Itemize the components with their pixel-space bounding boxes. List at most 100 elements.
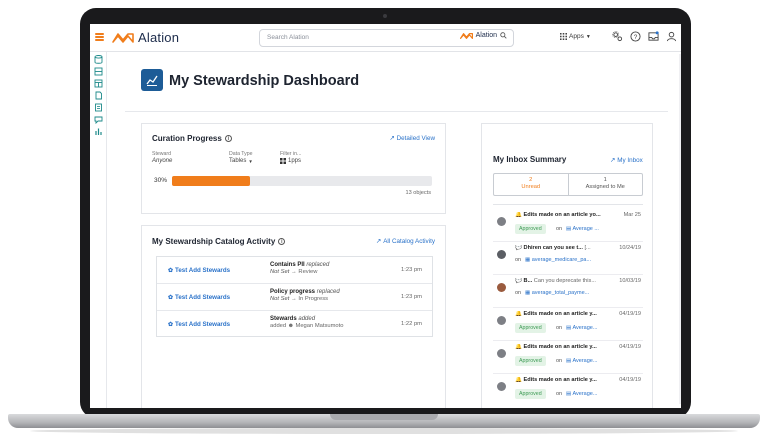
alation-flag-icon bbox=[459, 32, 473, 39]
message-on: on bbox=[556, 325, 563, 331]
activity-to: In Progress bbox=[298, 296, 329, 302]
activity-from: Not Set bbox=[270, 269, 290, 275]
tab-assigned[interactable]: 1 Assigned to Me bbox=[569, 174, 643, 195]
inbox-message[interactable]: 🔔 Edits made on an article y... 04/19/19… bbox=[493, 341, 643, 374]
document-icon[interactable] bbox=[94, 91, 103, 100]
avatar bbox=[497, 217, 506, 226]
activity-row: ✿ Test Add Stewards Stewards added added… bbox=[157, 311, 432, 338]
user-profile-icon[interactable] bbox=[665, 30, 677, 42]
chat-icon: 💬 bbox=[515, 245, 522, 251]
info-icon[interactable]: i bbox=[278, 238, 286, 245]
datatype-label: Data Type bbox=[229, 151, 253, 157]
grid-icon bbox=[280, 158, 286, 164]
conversation-icon[interactable] bbox=[94, 115, 103, 124]
activity-to: Megan Matsumoto bbox=[295, 323, 344, 329]
stewardship-icon: ✿ bbox=[168, 295, 174, 301]
steward-filter[interactable]: Anyone bbox=[152, 158, 172, 164]
chevron-down-icon: ▼ bbox=[248, 158, 253, 164]
message-preview: [... bbox=[584, 245, 591, 251]
apps-menu-button[interactable]: Apps ▼ bbox=[560, 33, 591, 40]
stewardship-icon: ✿ bbox=[168, 268, 174, 274]
tab-unread[interactable]: 2 Unread bbox=[494, 174, 569, 195]
all-catalog-activity-link[interactable]: ↗ All Catalog Activity bbox=[376, 238, 435, 245]
message-date: 04/19/19 bbox=[619, 377, 641, 383]
status-badge: Approved bbox=[515, 389, 546, 399]
curation-title-text: Curation Progress bbox=[152, 134, 222, 143]
page-scrollbar[interactable] bbox=[679, 54, 681, 404]
curation-progress-title: Curation Progress i bbox=[152, 134, 232, 143]
my-inbox-link[interactable]: ↗ My Inbox bbox=[610, 157, 643, 164]
app-screen: Alation Search Alation Alation Apps ▼ ? … bbox=[90, 24, 681, 408]
search-scope[interactable]: Alation bbox=[459, 32, 507, 39]
activity-change: Not Set → Review bbox=[270, 269, 329, 275]
activity-field: Stewards bbox=[270, 316, 297, 322]
inbox-message[interactable]: 💬 B... Can you deprecate this... 10/03/1… bbox=[493, 275, 643, 308]
hamburger-menu-icon[interactable] bbox=[95, 33, 104, 41]
bell-icon: 🔔 bbox=[515, 212, 522, 218]
laptop-notch bbox=[330, 414, 438, 420]
help-icon[interactable]: ? bbox=[629, 30, 641, 42]
analytics-icon[interactable] bbox=[94, 127, 103, 136]
message-title-text: Dhiren can you see t... bbox=[523, 245, 583, 251]
filter-value: 1pps bbox=[288, 158, 302, 164]
catalog-icon[interactable] bbox=[94, 67, 103, 76]
message-title: 🔔 Edits made on an article y... bbox=[515, 377, 613, 383]
article-icon[interactable] bbox=[94, 103, 103, 112]
message-object-link[interactable]: ▦ average_total_payme... bbox=[525, 290, 589, 296]
svg-text:?: ? bbox=[633, 33, 637, 40]
laptop-camera bbox=[383, 14, 387, 18]
message-object-label: Average... bbox=[572, 391, 598, 397]
table-icon: ▦ bbox=[525, 290, 531, 296]
avatar bbox=[497, 250, 506, 259]
status-badge: Approved bbox=[515, 224, 546, 234]
activity-to: Review bbox=[298, 269, 318, 275]
progress-percent: 30% bbox=[154, 177, 168, 184]
activity-table: ✿ Test Add Stewards Contains PII replace… bbox=[156, 256, 433, 337]
datatype-dropdown[interactable]: Tables ▼ bbox=[229, 158, 253, 164]
all-catalog-activity-label: All Catalog Activity bbox=[383, 238, 435, 245]
message-object-label: Average... bbox=[572, 325, 598, 331]
laptop-shadow bbox=[30, 428, 738, 434]
activity-link[interactable]: ✿ Test Add Stewards bbox=[168, 267, 230, 274]
message-title-text: Edits made on an article yo... bbox=[523, 212, 601, 218]
alation-logo[interactable]: Alation bbox=[112, 30, 179, 45]
inbox-message[interactable]: 🔔 Edits made on an article y... 04/19/19… bbox=[493, 308, 643, 341]
search-icon[interactable] bbox=[500, 32, 507, 39]
inbox-message[interactable]: 🔔 Edits made on an article y... 04/19/19… bbox=[493, 374, 643, 407]
activity-row: ✿ Test Add Stewards Contains PII replace… bbox=[157, 257, 432, 284]
top-navigation-bar: Alation Search Alation Alation Apps ▼ ? bbox=[90, 24, 681, 52]
settings-gear-icon[interactable] bbox=[611, 30, 623, 42]
inbox-message[interactable]: 💬 Dhiren can you see t... [... 10/24/19 … bbox=[493, 242, 643, 275]
info-icon[interactable]: i bbox=[224, 135, 232, 142]
message-on: on bbox=[556, 391, 563, 397]
table-icon[interactable] bbox=[94, 79, 103, 88]
message-object-link[interactable]: ▤ Average... bbox=[566, 358, 597, 364]
filter-dropdown[interactable]: 1pps bbox=[280, 158, 301, 164]
apps-label: Apps bbox=[569, 33, 584, 40]
message-object-link[interactable]: ▤ Average ... bbox=[566, 226, 599, 232]
unread-label: Unread bbox=[521, 184, 541, 190]
message-title: 🔔 Edits made on an article yo... bbox=[515, 212, 613, 218]
activity-description: Stewards added added ☻ Megan Matsumoto bbox=[270, 316, 344, 329]
activity-link[interactable]: ✿ Test Add Stewards bbox=[168, 294, 230, 301]
top-right-icons: ? bbox=[611, 30, 677, 42]
message-title: 🔔 Edits made on an article y... bbox=[515, 311, 613, 317]
inbox-message[interactable]: 🔔 Edits made on an article yo... Mar 25 … bbox=[493, 209, 643, 242]
message-on: on bbox=[556, 226, 563, 232]
activity-link[interactable]: ✿ Test Add Stewards bbox=[168, 321, 230, 328]
global-search-input[interactable]: Search Alation Alation bbox=[259, 29, 514, 47]
message-object-link[interactable]: ▤ Average... bbox=[566, 325, 597, 331]
message-date: 04/19/19 bbox=[619, 344, 641, 350]
message-title-text: B... bbox=[523, 278, 533, 284]
dashboard-chart-icon bbox=[141, 69, 163, 91]
message-object-link[interactable]: ▦ average_medicare_pa... bbox=[525, 257, 591, 263]
detailed-view-link[interactable]: ↗ Detailed View bbox=[389, 135, 435, 142]
database-icon[interactable] bbox=[94, 55, 103, 64]
status-badge: Approved bbox=[515, 356, 546, 366]
curation-progress-card: Curation Progress i ↗ Detailed View Stew… bbox=[141, 123, 446, 214]
inbox-icon[interactable] bbox=[647, 30, 659, 42]
message-object-link[interactable]: ▤ Average... bbox=[566, 391, 597, 397]
article-icon: ▤ bbox=[566, 226, 572, 232]
message-date: 10/24/19 bbox=[619, 245, 641, 251]
message-title-text: Edits made on an article y... bbox=[523, 311, 597, 317]
